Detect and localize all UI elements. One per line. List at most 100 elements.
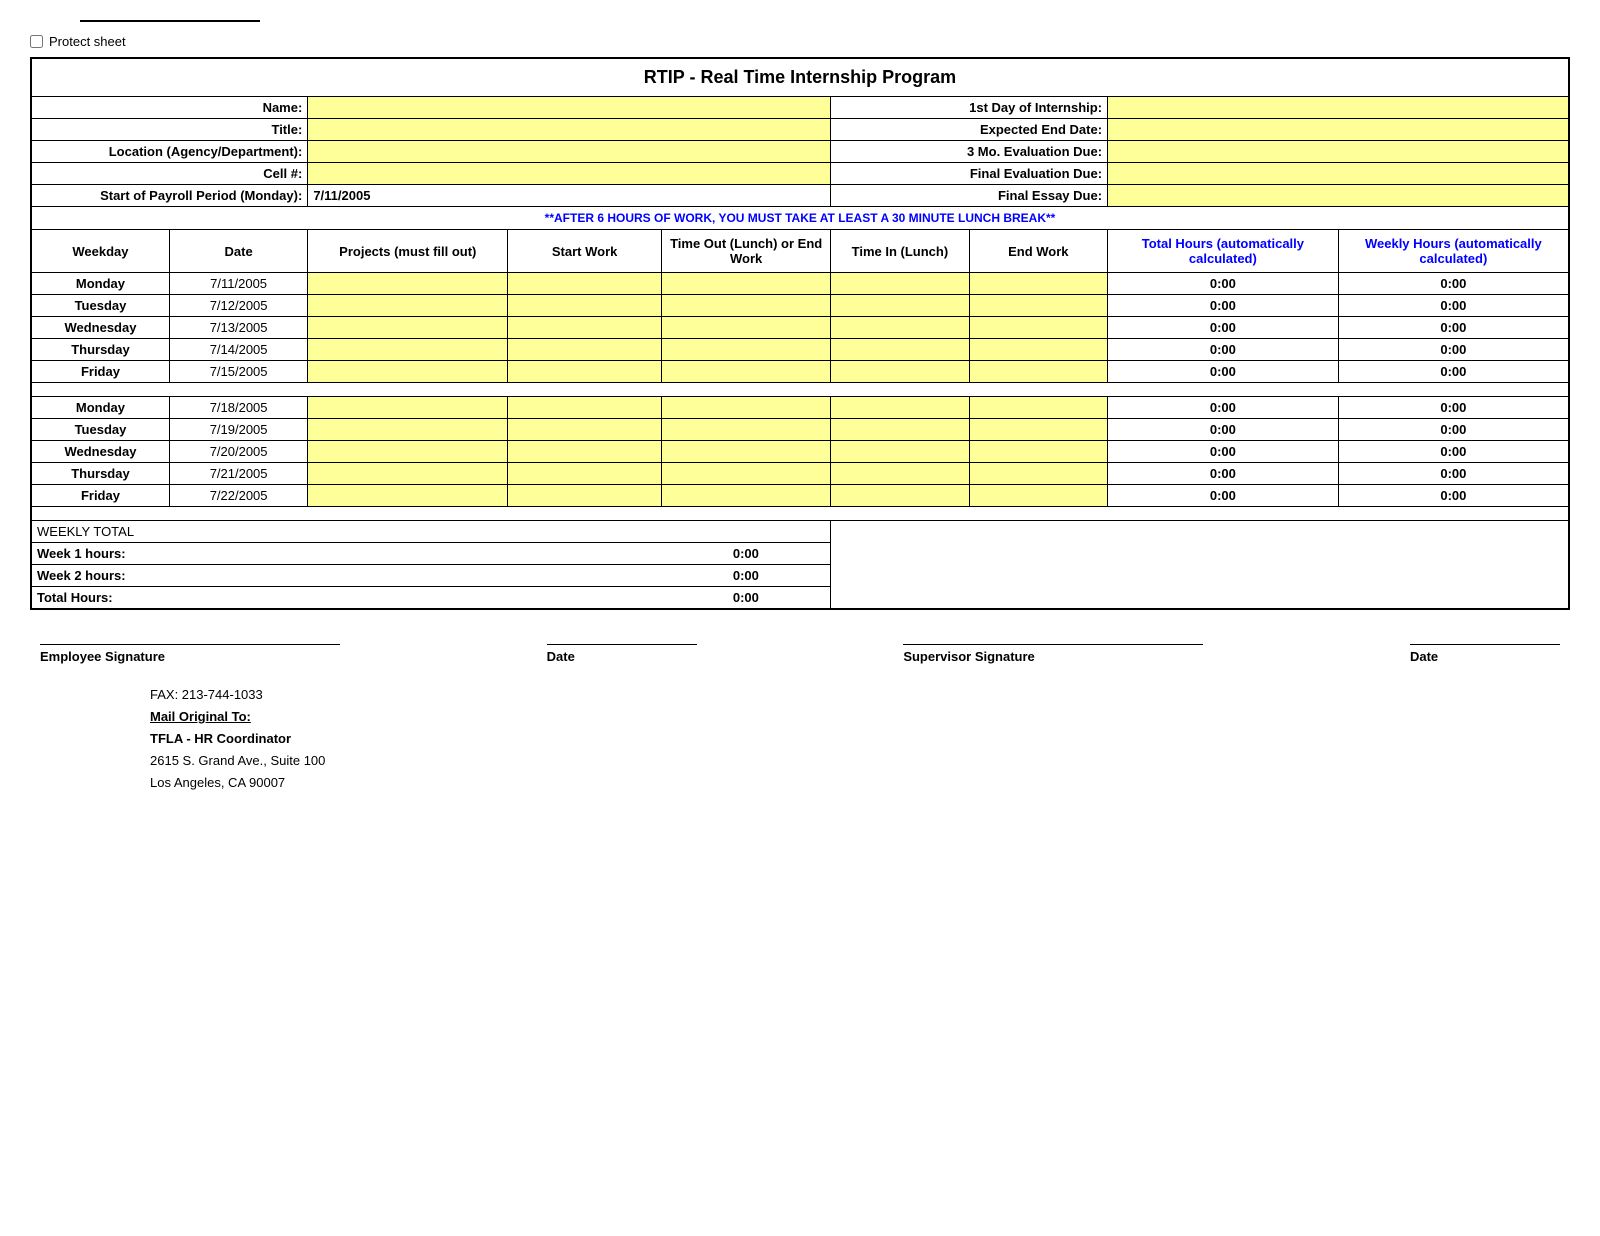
end-friday-1[interactable] bbox=[969, 361, 1107, 383]
weekly-friday-1: 0:00 bbox=[1338, 361, 1569, 383]
start-thursday-1[interactable] bbox=[508, 339, 662, 361]
cell-input[interactable] bbox=[308, 163, 831, 185]
expected-end-input[interactable] bbox=[1108, 119, 1569, 141]
timein-friday-2[interactable] bbox=[831, 485, 969, 507]
weekly-monday-2: 0:00 bbox=[1338, 397, 1569, 419]
timein-tuesday-2[interactable] bbox=[831, 419, 969, 441]
expected-end-label: Expected End Date: bbox=[831, 119, 1108, 141]
timeout-thursday-2[interactable] bbox=[662, 463, 831, 485]
projects-wednesday-1[interactable] bbox=[308, 317, 508, 339]
location-row: Location (Agency/Department): 3 Mo. Eval… bbox=[31, 141, 1569, 163]
start-friday-1[interactable] bbox=[508, 361, 662, 383]
day-monday-1: Monday bbox=[31, 273, 169, 295]
projects-friday-1[interactable] bbox=[308, 361, 508, 383]
end-thursday-2[interactable] bbox=[969, 463, 1107, 485]
week2-hours-row: Week 2 hours: 0:00 bbox=[31, 565, 1569, 587]
address1: 2615 S. Grand Ave., Suite 100 bbox=[150, 750, 1570, 772]
total-wednesday-2: 0:00 bbox=[1108, 441, 1339, 463]
end-wednesday-1[interactable] bbox=[969, 317, 1107, 339]
start-tuesday-2[interactable] bbox=[508, 419, 662, 441]
name-input[interactable] bbox=[308, 97, 831, 119]
timeout-tuesday-2[interactable] bbox=[662, 419, 831, 441]
timeout-thursday-1[interactable] bbox=[662, 339, 831, 361]
end-friday-2[interactable] bbox=[969, 485, 1107, 507]
payroll-value: 7/11/2005 bbox=[308, 185, 831, 207]
week1-hours-value: 0:00 bbox=[662, 543, 831, 565]
protect-sheet-row: Protect sheet bbox=[30, 34, 1570, 49]
protect-sheet-area bbox=[30, 20, 1570, 26]
timeout-monday-1[interactable] bbox=[662, 273, 831, 295]
timeout-friday-2[interactable] bbox=[662, 485, 831, 507]
projects-monday-2[interactable] bbox=[308, 397, 508, 419]
date-monday-1: 7/11/2005 bbox=[169, 273, 307, 295]
timein-monday-2[interactable] bbox=[831, 397, 969, 419]
column-header-row: Weekday Date Projects (must fill out) St… bbox=[31, 230, 1569, 273]
start-thursday-2[interactable] bbox=[508, 463, 662, 485]
projects-thursday-1[interactable] bbox=[308, 339, 508, 361]
timein-monday-1[interactable] bbox=[831, 273, 969, 295]
title-input[interactable] bbox=[308, 119, 831, 141]
day-tuesday-1: Tuesday bbox=[31, 295, 169, 317]
projects-thursday-2[interactable] bbox=[308, 463, 508, 485]
weekly-friday-2: 0:00 bbox=[1338, 485, 1569, 507]
sup-date-label: Date bbox=[1410, 649, 1560, 664]
final-eval-input[interactable] bbox=[1108, 163, 1569, 185]
timein-wednesday-2[interactable] bbox=[831, 441, 969, 463]
projects-monday-1[interactable] bbox=[308, 273, 508, 295]
timeout-friday-1[interactable] bbox=[662, 361, 831, 383]
end-wednesday-2[interactable] bbox=[969, 441, 1107, 463]
timein-thursday-2[interactable] bbox=[831, 463, 969, 485]
eval-3mo-label: 3 Mo. Evaluation Due: bbox=[831, 141, 1108, 163]
total-tuesday-2: 0:00 bbox=[1108, 419, 1339, 441]
mail-original-label: Mail Original To: bbox=[150, 709, 251, 724]
fax-line: FAX: 213-744-1033 bbox=[150, 684, 1570, 706]
total-wednesday-1: 0:00 bbox=[1108, 317, 1339, 339]
date-monday-2: 7/18/2005 bbox=[169, 397, 307, 419]
projects-wednesday-2[interactable] bbox=[308, 441, 508, 463]
week1-tuesday: Tuesday 7/12/2005 0:00 0:00 bbox=[31, 295, 1569, 317]
total-hours-label: Total Hours: bbox=[31, 587, 662, 610]
projects-friday-2[interactable] bbox=[308, 485, 508, 507]
end-tuesday-1[interactable] bbox=[969, 295, 1107, 317]
main-table: RTIP - Real Time Internship Program Name… bbox=[30, 57, 1570, 610]
title-row: RTIP - Real Time Internship Program bbox=[31, 58, 1569, 97]
day-wednesday-1: Wednesday bbox=[31, 317, 169, 339]
timeout-wednesday-2[interactable] bbox=[662, 441, 831, 463]
timeout-wednesday-1[interactable] bbox=[662, 317, 831, 339]
eval-3mo-input[interactable] bbox=[1108, 141, 1569, 163]
start-monday-2[interactable] bbox=[508, 397, 662, 419]
start-wednesday-1[interactable] bbox=[508, 317, 662, 339]
total-friday-1: 0:00 bbox=[1108, 361, 1339, 383]
start-friday-2[interactable] bbox=[508, 485, 662, 507]
weekly-wednesday-1: 0:00 bbox=[1338, 317, 1569, 339]
timein-thursday-1[interactable] bbox=[831, 339, 969, 361]
timein-friday-1[interactable] bbox=[831, 361, 969, 383]
weekly-wednesday-2: 0:00 bbox=[1338, 441, 1569, 463]
start-tuesday-1[interactable] bbox=[508, 295, 662, 317]
projects-tuesday-2[interactable] bbox=[308, 419, 508, 441]
end-thursday-1[interactable] bbox=[969, 339, 1107, 361]
header-total-hours: Total Hours (automatically calculated) bbox=[1108, 230, 1339, 273]
protect-sheet-checkbox[interactable] bbox=[30, 35, 43, 48]
projects-tuesday-1[interactable] bbox=[308, 295, 508, 317]
timeout-tuesday-1[interactable] bbox=[662, 295, 831, 317]
end-tuesday-2[interactable] bbox=[969, 419, 1107, 441]
start-wednesday-2[interactable] bbox=[508, 441, 662, 463]
week2-monday: Monday 7/18/2005 0:00 0:00 bbox=[31, 397, 1569, 419]
first-day-input[interactable] bbox=[1108, 97, 1569, 119]
name-label: Name: bbox=[31, 97, 308, 119]
title-field-label: Title: bbox=[31, 119, 308, 141]
week2-thursday: Thursday 7/21/2005 0:00 0:00 bbox=[31, 463, 1569, 485]
employee-sig-label: Employee Signature bbox=[40, 649, 340, 664]
timein-wednesday-1[interactable] bbox=[831, 317, 969, 339]
start-monday-1[interactable] bbox=[508, 273, 662, 295]
timeout-monday-2[interactable] bbox=[662, 397, 831, 419]
final-eval-label: Final Evaluation Due: bbox=[831, 163, 1108, 185]
end-monday-2[interactable] bbox=[969, 397, 1107, 419]
final-essay-input[interactable] bbox=[1108, 185, 1569, 207]
location-input[interactable] bbox=[308, 141, 831, 163]
timein-tuesday-1[interactable] bbox=[831, 295, 969, 317]
day-thursday-2: Thursday bbox=[31, 463, 169, 485]
end-monday-1[interactable] bbox=[969, 273, 1107, 295]
weekly-tuesday-1: 0:00 bbox=[1338, 295, 1569, 317]
